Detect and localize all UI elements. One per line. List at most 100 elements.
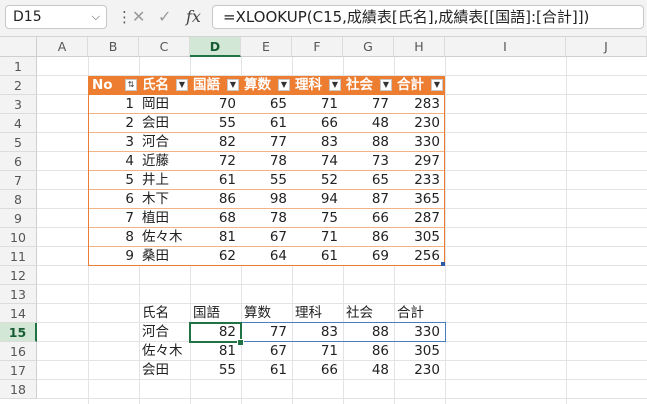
table-cell[interactable]: 81 bbox=[190, 228, 241, 247]
row-header-17[interactable]: 17 bbox=[0, 361, 37, 380]
column-header-f[interactable]: F bbox=[292, 37, 343, 57]
row-header-15[interactable]: 15 bbox=[0, 323, 37, 342]
table-cell[interactable]: 5 bbox=[88, 171, 139, 190]
table-cell[interactable]: 55 bbox=[241, 171, 292, 190]
row-header-5[interactable]: 5 bbox=[0, 133, 37, 152]
table-cell[interactable]: 2 bbox=[88, 114, 139, 133]
table-cell[interactable]: 233 bbox=[394, 171, 445, 190]
row-header-9[interactable]: 9 bbox=[0, 209, 37, 228]
filter-dropdown-icon[interactable]: ▼ bbox=[176, 79, 188, 91]
row-header-4[interactable]: 4 bbox=[0, 114, 37, 133]
table-cell[interactable]: 52 bbox=[292, 171, 343, 190]
table-cell[interactable]: 8 bbox=[88, 228, 139, 247]
table-cell[interactable]: 48 bbox=[343, 114, 394, 133]
table-cell[interactable]: 佐々木 bbox=[139, 228, 190, 247]
lookup-cell[interactable]: 88 bbox=[343, 323, 394, 342]
filter-dropdown-icon[interactable]: ▼ bbox=[227, 79, 239, 91]
table-cell[interactable]: 94 bbox=[292, 190, 343, 209]
table-cell[interactable]: 66 bbox=[343, 209, 394, 228]
name-box[interactable]: D15 ⌵ bbox=[5, 5, 107, 29]
more-options-icon[interactable]: ⋮ bbox=[117, 9, 132, 25]
table-header-cell[interactable]: 算数 ▼ bbox=[241, 76, 292, 95]
filter-dropdown-icon[interactable]: ▼ bbox=[431, 79, 443, 91]
table-cell[interactable]: 近藤 bbox=[139, 152, 190, 171]
row-header-7[interactable]: 7 bbox=[0, 171, 37, 190]
column-header-h[interactable]: H bbox=[394, 37, 445, 57]
row-header-18[interactable]: 18 bbox=[0, 380, 37, 399]
table-cell[interactable]: 69 bbox=[343, 247, 394, 266]
table-cell[interactable]: 桑田 bbox=[139, 247, 190, 266]
cell-area[interactable]: No ⇅ 氏名 ▼ 国語 ▼ 算数 ▼ 理科 ▼ 社会 ▼ 合計 ▼ 1 岡田 70 65 71 77 283 2 会田 55… bbox=[37, 57, 647, 404]
table-header-cell[interactable]: 合計 ▼ bbox=[394, 76, 445, 95]
lookup-header-cell[interactable]: 理科 bbox=[292, 304, 343, 323]
table-cell[interactable]: 55 bbox=[190, 114, 241, 133]
lookup-cell[interactable]: 会田 bbox=[139, 361, 190, 380]
table-cell[interactable]: 9 bbox=[88, 247, 139, 266]
table-cell[interactable]: 86 bbox=[190, 190, 241, 209]
table-cell[interactable]: 61 bbox=[190, 171, 241, 190]
table-cell[interactable]: 岡田 bbox=[139, 95, 190, 114]
lookup-cell[interactable]: 48 bbox=[343, 361, 394, 380]
table-cell[interactable]: 82 bbox=[190, 133, 241, 152]
lookup-cell[interactable]: 83 bbox=[292, 323, 343, 342]
table-cell[interactable]: 75 bbox=[292, 209, 343, 228]
lookup-cell[interactable]: 61 bbox=[241, 361, 292, 380]
table-cell[interactable]: 256 bbox=[394, 247, 445, 266]
table-resize-handle[interactable] bbox=[441, 262, 445, 266]
row-header-13[interactable]: 13 bbox=[0, 285, 37, 304]
row-header-8[interactable]: 8 bbox=[0, 190, 37, 209]
select-all-corner[interactable] bbox=[0, 37, 37, 57]
lookup-header-cell[interactable]: 氏名 bbox=[139, 304, 190, 323]
row-header-1[interactable]: 1 bbox=[0, 57, 37, 76]
table-cell[interactable]: 88 bbox=[343, 133, 394, 152]
filter-dropdown-icon[interactable]: ▼ bbox=[278, 79, 290, 91]
column-header-c[interactable]: C bbox=[139, 37, 190, 57]
filter-dropdown-icon[interactable]: ▼ bbox=[380, 79, 392, 91]
table-cell[interactable]: 河合 bbox=[139, 133, 190, 152]
table-cell[interactable]: 会田 bbox=[139, 114, 190, 133]
lookup-cell[interactable]: 82 bbox=[190, 323, 241, 342]
table-cell[interactable]: 83 bbox=[292, 133, 343, 152]
table-cell[interactable]: 77 bbox=[343, 95, 394, 114]
table-cell[interactable]: 4 bbox=[88, 152, 139, 171]
table-cell[interactable]: 68 bbox=[190, 209, 241, 228]
enter-icon[interactable]: ✓ bbox=[158, 7, 171, 26]
row-header-11[interactable]: 11 bbox=[0, 247, 37, 266]
table-cell[interactable]: 61 bbox=[241, 114, 292, 133]
table-cell[interactable]: 3 bbox=[88, 133, 139, 152]
row-header-3[interactable]: 3 bbox=[0, 95, 37, 114]
table-cell[interactable]: 67 bbox=[241, 228, 292, 247]
lookup-cell[interactable]: 66 bbox=[292, 361, 343, 380]
table-cell[interactable]: 木下 bbox=[139, 190, 190, 209]
row-header-6[interactable]: 6 bbox=[0, 152, 37, 171]
table-cell[interactable]: 78 bbox=[241, 152, 292, 171]
table-cell[interactable]: 87 bbox=[343, 190, 394, 209]
table-cell[interactable]: 98 bbox=[241, 190, 292, 209]
table-cell[interactable]: 86 bbox=[343, 228, 394, 247]
table-cell[interactable]: 78 bbox=[241, 209, 292, 228]
table-cell[interactable]: 62 bbox=[190, 247, 241, 266]
table-header-cell[interactable]: 社会 ▼ bbox=[343, 76, 394, 95]
chevron-down-icon[interactable]: ⌵ bbox=[92, 6, 100, 28]
table-cell[interactable]: 66 bbox=[292, 114, 343, 133]
row-header-14[interactable]: 14 bbox=[0, 304, 37, 323]
table-cell[interactable]: 365 bbox=[394, 190, 445, 209]
lookup-cell[interactable]: 330 bbox=[394, 323, 445, 342]
insert-function-icon[interactable]: fx bbox=[186, 7, 201, 26]
table-header-cell[interactable]: No ⇅ bbox=[88, 76, 139, 95]
table-cell[interactable]: 72 bbox=[190, 152, 241, 171]
lookup-cell[interactable]: 81 bbox=[190, 342, 241, 361]
table-cell[interactable]: 297 bbox=[394, 152, 445, 171]
table-cell[interactable]: 64 bbox=[241, 247, 292, 266]
lookup-cell[interactable]: 55 bbox=[190, 361, 241, 380]
table-cell[interactable]: 77 bbox=[241, 133, 292, 152]
lookup-cell[interactable]: 佐々木 bbox=[139, 342, 190, 361]
lookup-cell[interactable]: 77 bbox=[241, 323, 292, 342]
table-cell[interactable]: 6 bbox=[88, 190, 139, 209]
table-cell[interactable]: 73 bbox=[343, 152, 394, 171]
table-cell[interactable]: 1 bbox=[88, 95, 139, 114]
column-header-a[interactable]: A bbox=[37, 37, 88, 57]
table-cell[interactable]: 65 bbox=[343, 171, 394, 190]
table-cell[interactable]: 植田 bbox=[139, 209, 190, 228]
filter-dropdown-icon[interactable]: ▼ bbox=[329, 79, 341, 91]
